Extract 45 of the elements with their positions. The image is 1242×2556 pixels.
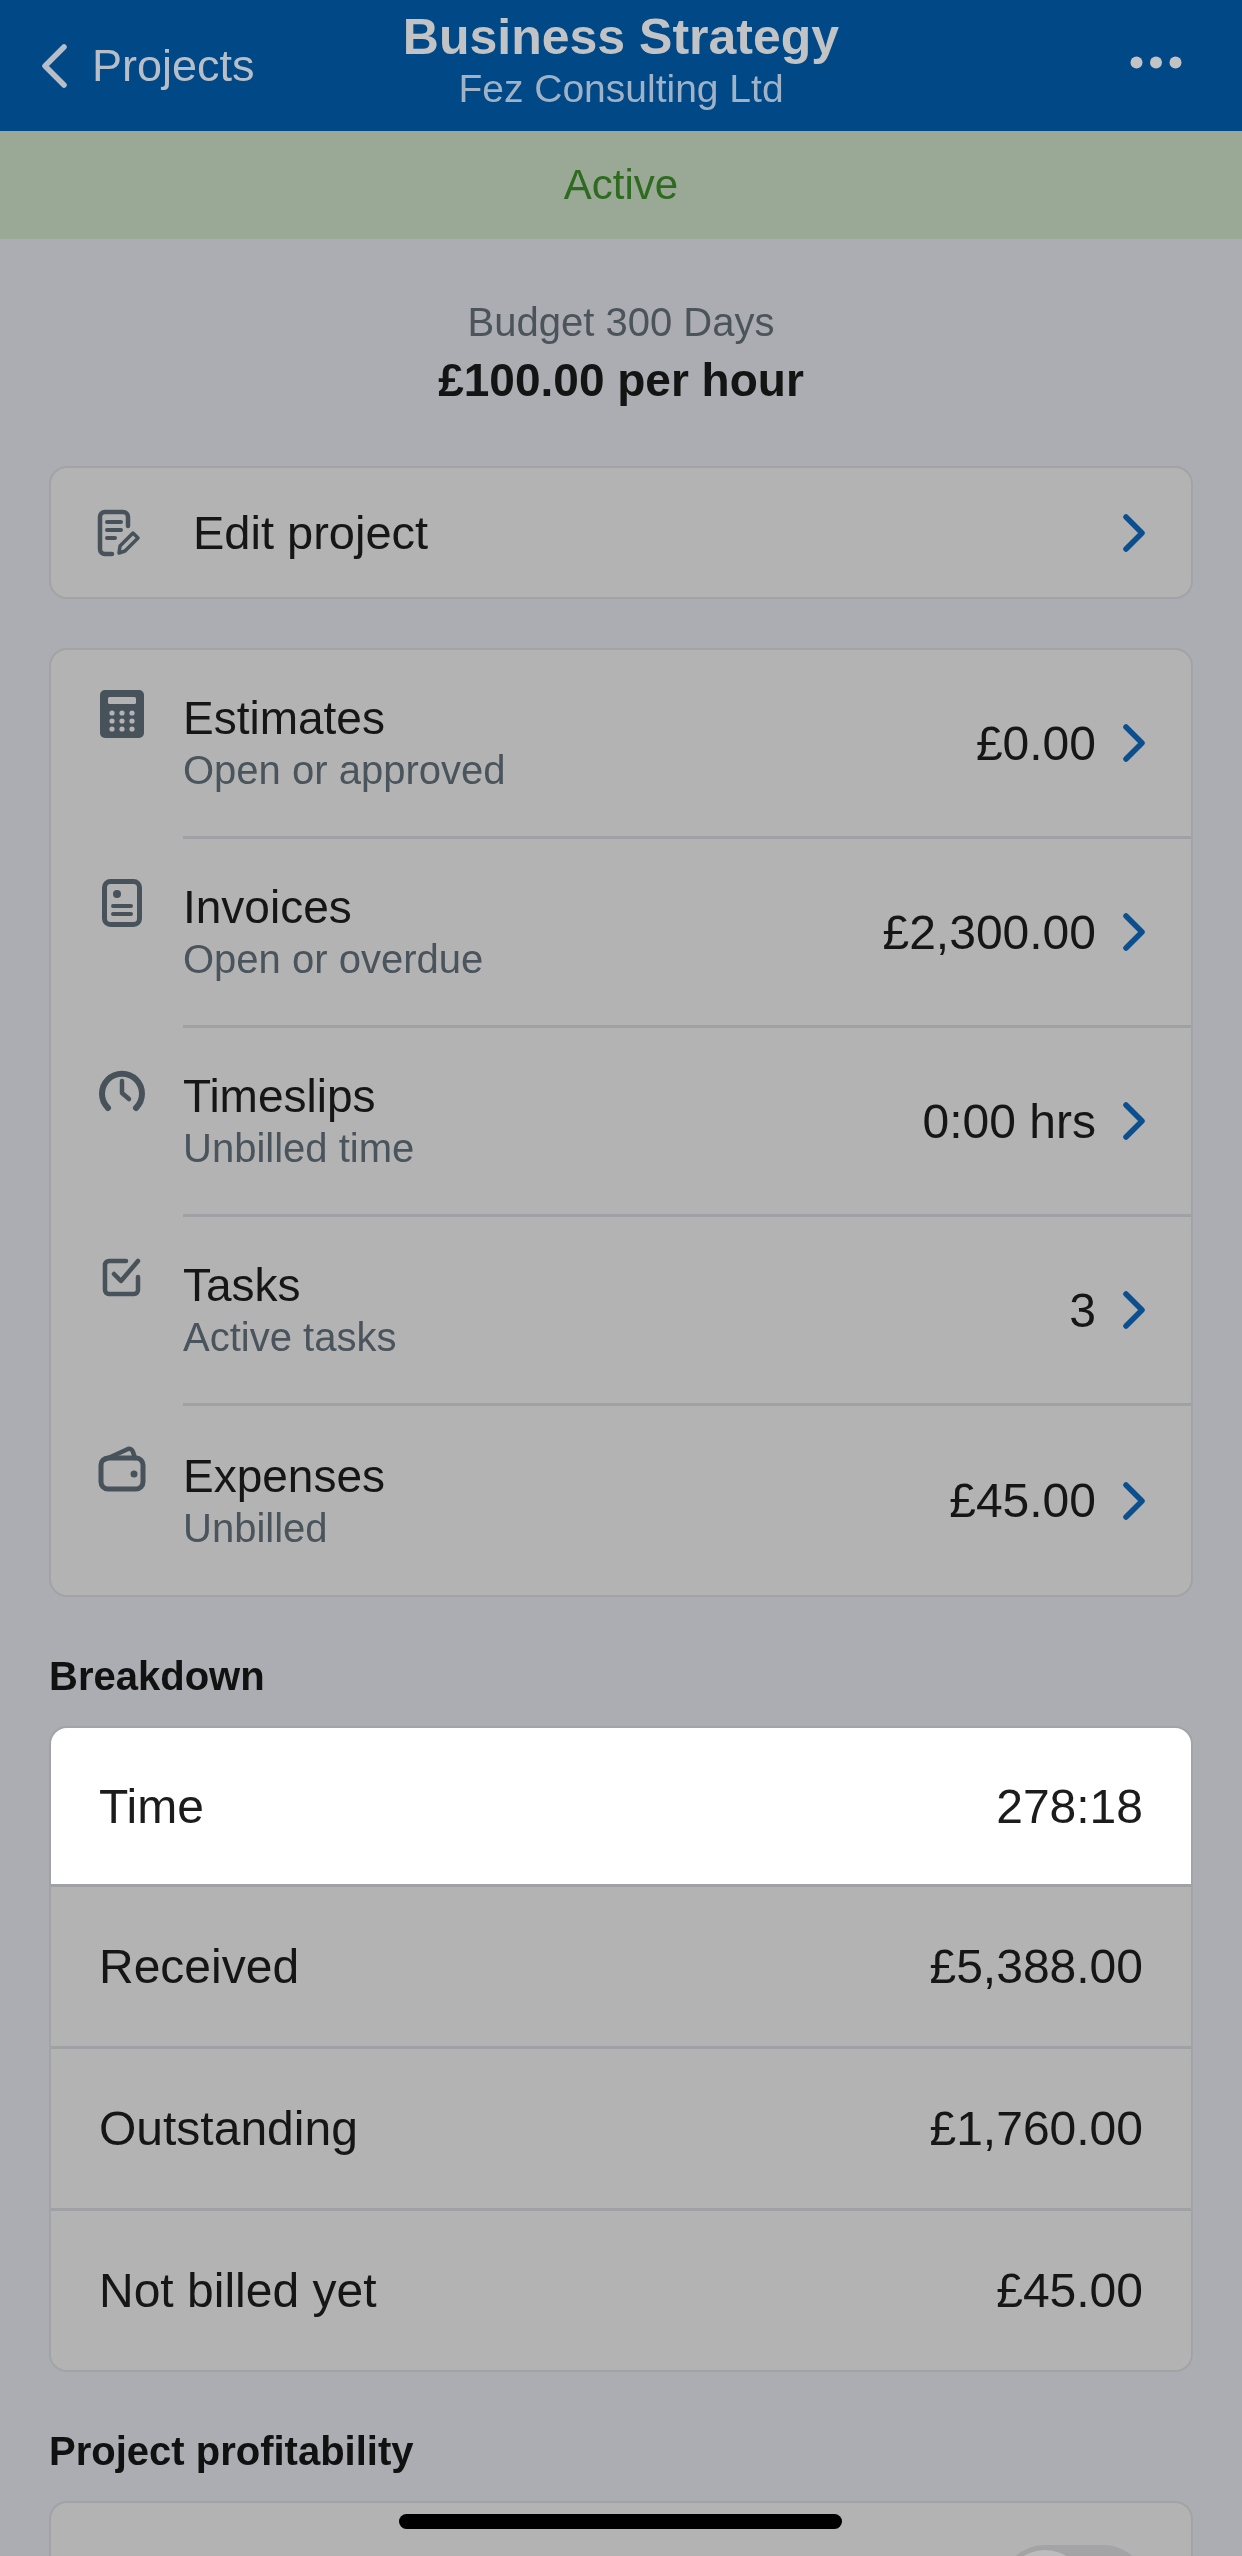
item-title: Invoices bbox=[183, 880, 353, 934]
chevron-right-icon bbox=[1122, 1480, 1146, 1521]
page-title: Business Strategy bbox=[402, 8, 840, 66]
item-value: £45.00 bbox=[949, 1473, 1096, 1528]
calculator-icon bbox=[100, 690, 144, 738]
breakdown-label: Received bbox=[99, 1939, 300, 1994]
item-subtitle: Unbilled bbox=[183, 1504, 329, 1552]
section-heading: Breakdown bbox=[49, 1653, 266, 1700]
more-icon[interactable] bbox=[1130, 56, 1182, 69]
checkbox-icon bbox=[102, 1257, 142, 1297]
wallet-icon bbox=[98, 1446, 146, 1492]
back-button[interactable]: Projects bbox=[40, 39, 255, 93]
item-title: Estimates bbox=[183, 691, 386, 745]
chevron-right-icon bbox=[1122, 1290, 1146, 1330]
item-subtitle: Open or overdue bbox=[183, 936, 485, 983]
breakdown-value: £1,760.00 bbox=[929, 2101, 1143, 2156]
chevron-right-icon bbox=[1122, 912, 1146, 952]
breakdown-value: £45.00 bbox=[996, 2263, 1143, 2318]
item-subtitle: Open or approved bbox=[183, 747, 507, 794]
chevron-right-icon bbox=[1122, 723, 1146, 763]
item-title: Timeslips bbox=[183, 1069, 377, 1123]
hourly-rate: £100.00 per hour bbox=[438, 353, 804, 407]
document-pencil-icon bbox=[97, 508, 141, 557]
item-value: £0.00 bbox=[975, 715, 1096, 771]
item-subtitle: Unbilled time bbox=[183, 1125, 416, 1172]
page-subtitle: Fez Consulting Ltd bbox=[458, 66, 784, 112]
chevron-right-icon bbox=[1122, 1101, 1146, 1141]
breakdown-label: Outstanding bbox=[99, 2101, 358, 2156]
item-title: Tasks bbox=[183, 1258, 302, 1312]
document-icon bbox=[102, 879, 142, 927]
breakdown-value: 278:18 bbox=[996, 1778, 1143, 1834]
edit-project-button[interactable]: Edit project bbox=[49, 466, 1193, 599]
breakdown-label: Not billed yet bbox=[99, 2263, 377, 2318]
item-title: Expenses bbox=[183, 1448, 386, 1503]
breakdown-label: Time bbox=[99, 1778, 204, 1834]
chevron-left-icon bbox=[40, 43, 68, 89]
item-value: 3 bbox=[1069, 1282, 1096, 1338]
section-heading: Project profitability bbox=[49, 2428, 415, 2475]
item-value: £2,300.00 bbox=[882, 904, 1096, 960]
item-subtitle: Active tasks bbox=[183, 1314, 398, 1361]
budget-label: Budget 300 Days bbox=[467, 299, 775, 346]
status-label: Active bbox=[563, 161, 679, 209]
chevron-right-icon bbox=[1122, 512, 1146, 553]
item-value: 0:00 hrs bbox=[922, 1093, 1096, 1149]
breakdown-value: £5,388.00 bbox=[929, 1939, 1143, 1994]
